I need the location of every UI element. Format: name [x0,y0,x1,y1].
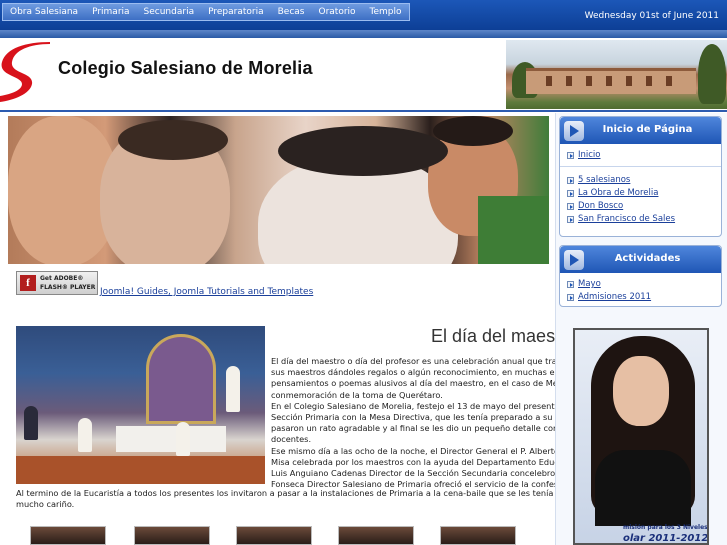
menu-item-inicio[interactable]: Inicio [560,149,721,162]
window-shape [646,76,652,86]
article-line: conmemoración de la toma de Querétaro. [271,389,443,400]
module-title: Inicio de Página [602,124,693,135]
thumbnail-image[interactable] [30,526,106,545]
bullet-arrow-icon [567,203,574,210]
shirt-shape [595,450,691,526]
admissions-promo-banner[interactable]: misión para los 3 Niveles olar 2011-2012 [573,328,709,545]
green-shirt [478,196,549,264]
menu-item-label: Inicio [578,150,601,160]
salesian-logo-icon[interactable] [0,42,52,104]
header-divider [0,110,727,112]
menu-item-label: Admisiones 2011 [578,292,652,302]
menu-item-label: La Obra de Morelia [578,188,659,198]
article-line: mucho cariño. [16,499,75,510]
menu-item-label: San Francisco de Sales [578,214,676,224]
altar-arch [146,334,216,424]
thumbnail-image[interactable] [440,526,516,545]
module-title: Actividades [614,253,681,264]
flash-logo-icon: f [20,275,36,291]
module-header: Inicio de Página [560,117,721,144]
article-line: sus maestros dándoles regalos o algún re… [271,367,561,378]
photo-thumbnails [16,526,561,545]
menu-item-san-francisco-de-sales[interactable]: San Francisco de Sales [560,213,721,226]
nav-item-preparatoria[interactable]: Preparatoria [201,4,271,20]
flash-badge-line2: FLASH® PLAYER [40,284,96,291]
article-line: pasaron un rato agradable y al final se … [271,423,561,434]
menu-item-5-salesianos[interactable]: 5 salesianos [560,174,721,187]
thumbnail-image[interactable] [338,526,414,545]
thumbnail-image[interactable] [134,526,210,545]
nav-item-becas[interactable]: Becas [271,4,312,20]
bullet-arrow-icon [567,152,574,159]
menu-item-admisiones-2011[interactable]: Admisiones 2011 [560,291,721,304]
priest-figure [176,422,190,456]
nav-item-obra-salesiana[interactable]: Obra Salesiana [3,4,85,20]
menu-item-label: 5 salesianos [578,175,631,185]
article-line: Luis Anguiano Cadenas Director de la Sec… [271,468,558,479]
article-title: El día del maes [431,326,556,346]
nav-item-secundaria[interactable]: Secundaria [137,4,202,20]
article-line: docentes. [271,434,312,445]
article-line: Misa celebrada por los maestros con la a… [271,456,561,467]
window-shape [566,76,572,86]
menu-divider [560,166,721,174]
site-title: Colegio Salesiano de Morelia [58,58,313,78]
article-line: Ese mismo día a las ocho de la noche, el… [271,445,559,456]
top-bar-stripe [0,30,727,38]
promo-caption: misión para los 3 Niveles [623,524,708,531]
altar-table [116,426,226,452]
tree-shape [698,44,726,104]
get-flash-player-badge[interactable]: f Get ADOBE® FLASH® PLAYER [16,271,98,295]
article-body-continued: Al termino de la Eucaristía a todos los … [16,488,561,510]
module-inicio: Inicio de Página Inicio 5 salesianos La … [559,116,722,237]
site-header: Colegio Salesiano de Morelia [0,38,727,109]
nav-item-primaria[interactable]: Primaria [85,4,136,20]
flash-badge-line1: Get ADOBE® [40,275,84,282]
article-line: pensamientos o poemas alusivos al día de… [271,378,561,389]
menu-item-mayo[interactable]: Mayo [560,278,721,291]
menu-item-label: Don Bosco [578,201,624,211]
joomla-guides-link[interactable]: Joomla! Guides, Joomla Tutorials and Tem… [100,287,313,297]
nav-item-templo[interactable]: Templo [363,4,409,20]
article-body: El día del maestro o día del profesor es… [271,356,561,490]
module-header: Actividades [560,246,721,273]
window-shape [586,76,592,86]
bullet-arrow-icon [567,190,574,197]
window-shape [606,76,612,86]
hair-shape [118,120,228,160]
current-date: Wednesday 01st of June 2011 [584,11,719,21]
priest-figure [78,418,92,452]
children-banner-image [8,116,549,264]
person-figure [24,406,38,440]
student-face [613,356,669,426]
nav-item-oratorio[interactable]: Oratorio [311,4,362,20]
bullet-arrow-icon [567,177,574,184]
bullet-arrow-icon [567,294,574,301]
hair-shape [278,126,448,176]
hair-shape [433,116,513,146]
window-shape [546,76,552,86]
red-carpet [16,456,265,484]
window-shape [666,76,672,86]
article-line: En el Colegio Salesiano de Morelia, fest… [271,400,561,411]
church-mass-photo [16,326,265,484]
module-actividades: Actividades Mayo Admisiones 2011 [559,245,722,307]
window-shape [626,76,632,86]
statue-figure [226,366,240,412]
main-nav: Obra Salesiana Primaria Secundaria Prepa… [2,3,410,21]
article-line: Al termino de la Eucaristía a todos los … [16,488,561,498]
school-building-photo [506,40,727,109]
bullet-arrow-icon [567,281,574,288]
menu-item-don-bosco[interactable]: Don Bosco [560,200,721,213]
bullet-arrow-icon [567,216,574,223]
thumbnail-image[interactable] [236,526,312,545]
menu-item-la-obra-de-morelia[interactable]: La Obra de Morelia [560,187,721,200]
promo-school-year: olar 2011-2012 [623,533,709,544]
menu-item-label: Mayo [578,279,601,289]
article-line: El día del maestro o día del profesor es… [271,356,561,366]
article-line: Sección Primaria con la Mesa Directiva, … [271,412,561,423]
